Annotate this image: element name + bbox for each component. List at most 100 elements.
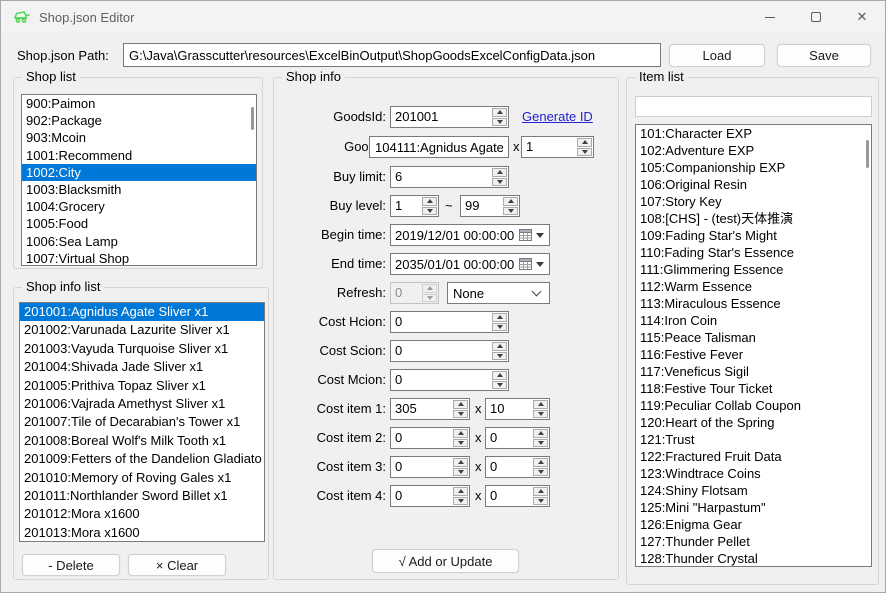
item-list-item[interactable]: 121:Trust — [636, 431, 871, 448]
item-list-scrollbar-thumb[interactable] — [866, 140, 869, 168]
shop-list-item[interactable]: 1007:Virtual Shop — [22, 250, 256, 266]
shop-info-list-item[interactable]: 201008:Boreal Wolf's Milk Tooth x1 — [20, 432, 264, 450]
save-button[interactable]: Save — [777, 44, 871, 67]
item-list-item[interactable]: 105:Companionship EXP — [636, 159, 871, 176]
item-list-item[interactable]: 122:Fractured Fruit Data — [636, 448, 871, 465]
item-list-item[interactable]: 109:Fading Star's Might — [636, 227, 871, 244]
item-list-item[interactable]: 125:Mini "Harpastum" — [636, 499, 871, 516]
maximize-button[interactable] — [793, 1, 839, 33]
cost-mcion-spin-buttons[interactable] — [491, 370, 508, 390]
shop-list-item[interactable]: 902:Package — [22, 112, 256, 129]
shop-info-list-item[interactable]: 201007:Tile of Decarabian's Tower x1 — [20, 413, 264, 431]
shop-list-item[interactable]: 1002:City — [22, 164, 256, 181]
item-listbox[interactable]: 101:Character EXP102:Adventure EXP105:Co… — [635, 124, 872, 567]
shop-info-list-item[interactable]: 201002:Varunada Lazurite Sliver x1 — [20, 321, 264, 339]
item-list-item[interactable]: 120:Heart of the Spring — [636, 414, 871, 431]
cost-item-3-id-spin-buttons[interactable] — [452, 457, 469, 477]
goodsid-spinner[interactable]: 201001 — [390, 106, 509, 128]
item-list-item[interactable]: 111:Glimmering Essence — [636, 261, 871, 278]
cost-hcion-spin-buttons[interactable] — [491, 312, 508, 332]
cost-item-3-count-spinner[interactable]: 0 — [485, 456, 550, 478]
item-list-item[interactable]: 118:Festive Tour Ticket — [636, 380, 871, 397]
cost-scion-spinner[interactable]: 0 — [390, 340, 509, 362]
cost-item-3-count-spin-buttons[interactable] — [532, 457, 549, 477]
goods-count-spinner[interactable]: 1 — [521, 136, 594, 158]
shop-info-list-item[interactable]: 201001:Agnidus Agate Sliver x1 — [20, 303, 264, 321]
item-list-item[interactable]: 127:Thunder Pellet — [636, 533, 871, 550]
shop-listbox[interactable]: 900:Paimon902:Package903:Mcoin1001:Recom… — [21, 94, 257, 266]
item-list-item[interactable]: 114:Iron Coin — [636, 312, 871, 329]
buy-limit-spinner[interactable]: 6 — [390, 166, 509, 188]
close-button[interactable]: ✕ — [839, 1, 885, 33]
minimize-button[interactable] — [747, 1, 793, 33]
item-list-item[interactable]: 106:Original Resin — [636, 176, 871, 193]
cost-hcion-spinner[interactable]: 0 — [390, 311, 509, 333]
item-list-item[interactable]: 117:Veneficus Sigil — [636, 363, 871, 380]
item-list-item[interactable]: 101:Character EXP — [636, 125, 871, 142]
shop-list-scrollbar-thumb[interactable] — [251, 107, 254, 130]
delete-button[interactable]: - Delete — [22, 554, 120, 576]
buy-level-max-spinner[interactable]: 99 — [460, 195, 520, 217]
item-list-item[interactable]: 123:Windtrace Coins — [636, 465, 871, 482]
shop-info-list-item[interactable]: 201010:Memory of Roving Gales x1 — [20, 469, 264, 487]
begin-time-picker[interactable]: 2019/12/01 00:00:00 — [390, 224, 550, 246]
item-list-item[interactable]: 108:[CHS] - (test)天体推演 — [636, 210, 871, 227]
add-or-update-button[interactable]: √ Add or Update — [372, 549, 519, 573]
shop-info-list-item[interactable]: 201013:Mora x1600 — [20, 524, 264, 542]
cost-item-2-id-spinner[interactable]: 0 — [390, 427, 470, 449]
generate-id-link[interactable]: Generate ID — [522, 106, 593, 128]
item-list-item[interactable]: 110:Fading Star's Essence — [636, 244, 871, 261]
load-button[interactable]: Load — [669, 44, 765, 67]
cost-item-4-count-spinner[interactable]: 0 — [485, 485, 550, 507]
cost-item-1-count-spin-buttons[interactable] — [532, 399, 549, 419]
shop-list-item[interactable]: 903:Mcoin — [22, 129, 256, 146]
shop-info-list-item[interactable]: 201005:Prithiva Topaz Sliver x1 — [20, 377, 264, 395]
shop-info-list-item[interactable]: 201006:Vajrada Amethyst Sliver x1 — [20, 395, 264, 413]
cost-item-4-count-spin-buttons[interactable] — [532, 486, 549, 506]
item-list-item[interactable]: 102:Adventure EXP — [636, 142, 871, 159]
buy-level-max-spin-buttons[interactable] — [502, 196, 519, 216]
path-input[interactable] — [123, 43, 661, 67]
item-list-item[interactable]: 124:Shiny Flotsam — [636, 482, 871, 499]
end-time-picker[interactable]: 2035/01/01 00:00:00 — [390, 253, 550, 275]
item-list-item[interactable]: 112:Warm Essence — [636, 278, 871, 295]
cost-item-2-id-spin-buttons[interactable] — [452, 428, 469, 448]
buy-level-min-spinner[interactable]: 1 — [390, 195, 439, 217]
item-search-input[interactable] — [635, 96, 872, 117]
shop-info-listbox[interactable]: 201001:Agnidus Agate Sliver x1201002:Var… — [19, 302, 265, 542]
cost-item-2-count-spinner[interactable]: 0 — [485, 427, 550, 449]
cost-item-1-id-spin-buttons[interactable] — [452, 399, 469, 419]
shop-list-item[interactable]: 1006:Sea Lamp — [22, 233, 256, 250]
cost-scion-spin-buttons[interactable] — [491, 341, 508, 361]
item-list-item[interactable]: 119:Peculiar Collab Coupon — [636, 397, 871, 414]
cost-item-1-id-spinner[interactable]: 305 — [390, 398, 470, 420]
item-list-item[interactable]: 107:Story Key — [636, 193, 871, 210]
buy-level-min-spin-buttons[interactable] — [421, 196, 438, 216]
cost-item-4-id-spin-buttons[interactable] — [452, 486, 469, 506]
buy-limit-spin-buttons[interactable] — [491, 167, 508, 187]
goodsid-spin-buttons[interactable] — [491, 107, 508, 127]
shop-info-list-item[interactable]: 201003:Vayuda Turquoise Sliver x1 — [20, 340, 264, 358]
item-list-item[interactable]: 113:Miraculous Essence — [636, 295, 871, 312]
clear-button[interactable]: × Clear — [128, 554, 226, 576]
cost-item-1-count-spinner[interactable]: 10 — [485, 398, 550, 420]
shop-info-list-item[interactable]: 201011:Northlander Sword Billet x1 — [20, 487, 264, 505]
shop-list-item[interactable]: 1001:Recommend — [22, 147, 256, 164]
goods-count-spin-buttons[interactable] — [576, 137, 593, 157]
item-list-item[interactable]: 116:Festive Fever — [636, 346, 871, 363]
cost-mcion-spinner[interactable]: 0 — [390, 369, 509, 391]
shop-list-item[interactable]: 1004:Grocery — [22, 198, 256, 215]
shop-list-item[interactable]: 1005:Food — [22, 215, 256, 232]
goods-input[interactable] — [369, 136, 509, 158]
cost-item-4-id-spinner[interactable]: 0 — [390, 485, 470, 507]
cost-item-2-count-spin-buttons[interactable] — [532, 428, 549, 448]
cost-item-3-id-spinner[interactable]: 0 — [390, 456, 470, 478]
item-list-item[interactable]: 126:Enigma Gear — [636, 516, 871, 533]
shop-info-list-item[interactable]: 201004:Shivada Jade Sliver x1 — [20, 358, 264, 376]
item-list-item[interactable]: 128:Thunder Crystal — [636, 550, 871, 567]
shop-info-list-item[interactable]: 201012:Mora x1600 — [20, 505, 264, 523]
item-list-item[interactable]: 115:Peace Talisman — [636, 329, 871, 346]
shop-info-list-item[interactable]: 201009:Fetters of the Dandelion Gladiato — [20, 450, 264, 468]
shop-list-item[interactable]: 900:Paimon — [22, 95, 256, 112]
refresh-mode-dropdown[interactable]: None — [447, 282, 550, 304]
